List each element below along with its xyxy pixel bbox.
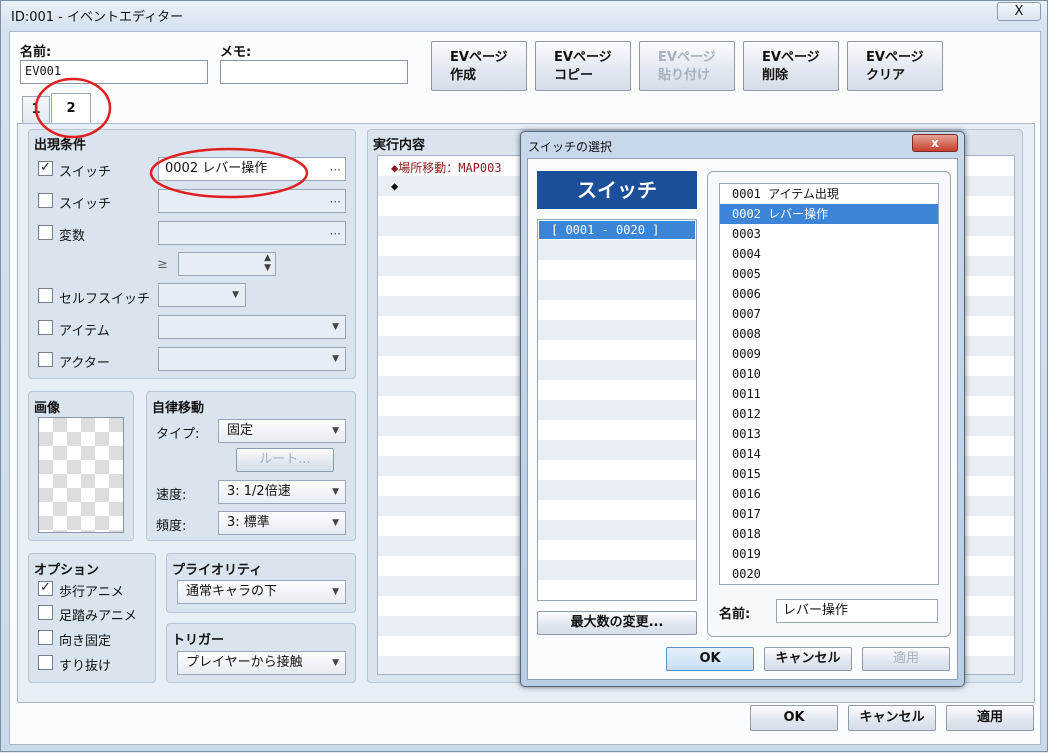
switch-list-item[interactable]: 0005	[720, 264, 938, 284]
switch-list-item[interactable]: 0012	[720, 404, 938, 424]
switch-list-item[interactable]: 0010	[720, 364, 938, 384]
switch-list-item[interactable]: 0007	[720, 304, 938, 324]
category-header: スイッチ	[537, 171, 697, 209]
event-editor-window: ID:001 - イベントエディター X 名前: EV001 メモ: EVページ…	[0, 0, 1048, 752]
switch-list-item[interactable]: 0004	[720, 244, 938, 264]
switch-list-item[interactable]: 0020	[720, 564, 938, 584]
dialog-apply-button[interactable]: 適用	[862, 647, 950, 671]
switch-name-input[interactable]: レバー操作	[776, 599, 938, 623]
switch-list-item[interactable]: 0013	[720, 424, 938, 444]
group-item[interactable]: [ 0001 - 0020 ]	[539, 221, 695, 239]
switch-list-item[interactable]: 0019	[720, 544, 938, 564]
switch-list-item[interactable]: 0017	[720, 504, 938, 524]
annotation-circle-tab	[34, 77, 112, 139]
switch-select-dialog: スイッチの選択 x スイッチ [ 0001 - 0020 ] 最大数の変更...…	[520, 131, 965, 687]
switch-list-item[interactable]: 0009	[720, 344, 938, 364]
dialog-cancel-button[interactable]: キャンセル	[764, 647, 852, 671]
switch-name-label: 名前:	[719, 607, 751, 622]
switch-list-item[interactable]: 0002 レバー操作	[720, 204, 938, 224]
switch-list-item[interactable]: 0003	[720, 224, 938, 244]
group-list[interactable]: [ 0001 - 0020 ]	[537, 219, 697, 601]
switch-list[interactable]: 0001 アイテム出現 0002 レバー操作 0003 0004 0005 0006 000…	[719, 183, 939, 585]
dialog-client: スイッチ [ 0001 - 0020 ] 最大数の変更... 0001 アイテム…	[527, 158, 958, 680]
dialog-ok-button[interactable]: OK	[666, 647, 754, 671]
dialog-close-button[interactable]: x	[912, 134, 958, 152]
dialog-title: スイッチの選択	[528, 140, 613, 154]
switch-list-item[interactable]: 0006	[720, 284, 938, 304]
switch-list-item[interactable]: 0011	[720, 384, 938, 404]
switch-list-item[interactable]: 0008	[720, 324, 938, 344]
switch-list-item[interactable]: 0015	[720, 464, 938, 484]
switch-list-item[interactable]: 0001 アイテム出現	[720, 184, 938, 204]
switch-list-item[interactable]: 0014	[720, 444, 938, 464]
annotation-circle-switch	[149, 147, 309, 199]
switch-list-item[interactable]: 0016	[720, 484, 938, 504]
change-max-button[interactable]: 最大数の変更...	[537, 611, 697, 635]
switch-list-item[interactable]: 0018	[720, 524, 938, 544]
